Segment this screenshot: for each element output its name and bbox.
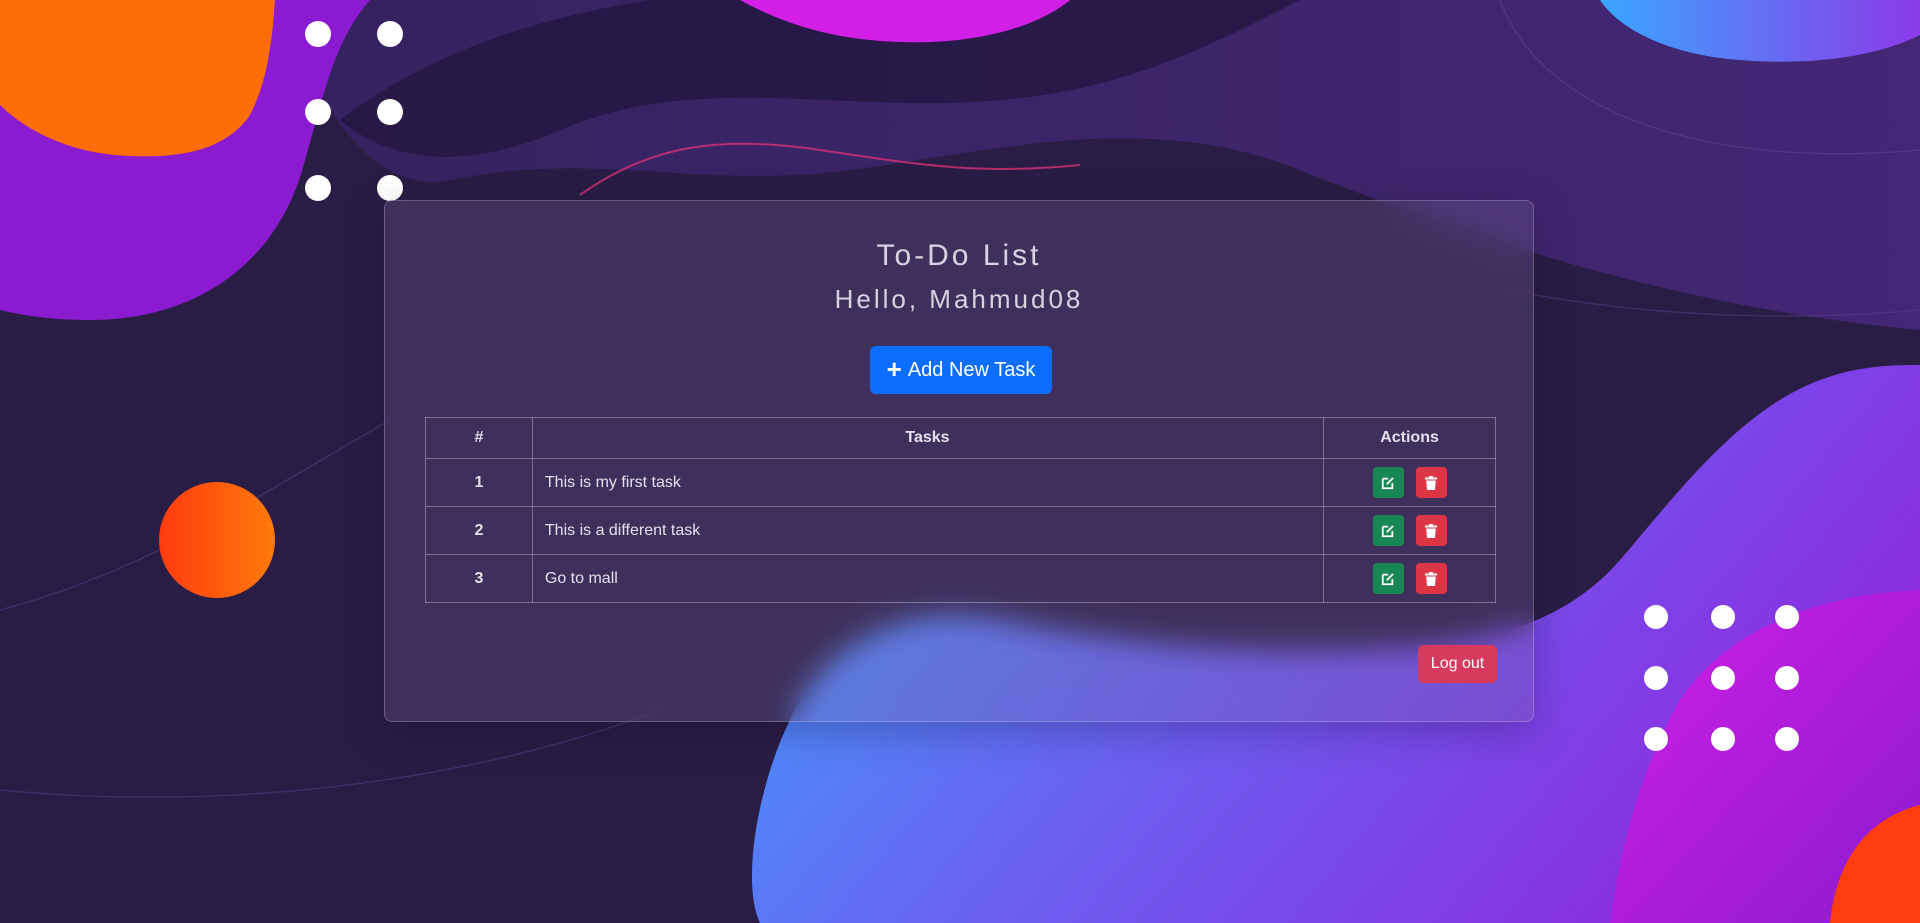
add-task-label: Add New Task: [907, 358, 1036, 381]
decor-dot: [1644, 727, 1668, 751]
trash-icon: [1425, 571, 1438, 586]
edit-task-button[interactable]: [1372, 467, 1404, 498]
task-text: This is my first task: [531, 458, 1325, 507]
decor-dot: [377, 99, 403, 125]
task-actions: [1323, 458, 1496, 507]
add-task-button[interactable]: + Add New Task: [870, 346, 1052, 394]
pen-square-icon: [1381, 572, 1394, 585]
column-header-number: #: [425, 417, 533, 459]
trash-icon: [1425, 523, 1438, 538]
decor-dot: [1711, 666, 1735, 690]
table-row: 3 Go to mall: [425, 554, 1496, 603]
delete-task-button[interactable]: [1415, 563, 1447, 594]
plus-icon: +: [886, 354, 902, 384]
decor-dot: [1644, 605, 1668, 629]
task-text: Go to mall: [531, 554, 1325, 603]
pen-square-icon: [1381, 524, 1394, 537]
user-greeting: Hello, Mahmud08: [834, 284, 1084, 314]
decor-dot: [377, 21, 403, 47]
edit-task-button[interactable]: [1372, 515, 1404, 546]
decor-dot: [1711, 605, 1735, 629]
task-table: # Tasks Actions 1 This is my first task: [425, 417, 1496, 603]
decor-dot: [305, 99, 331, 125]
table-row: 2 This is a different task: [425, 506, 1496, 555]
task-number: 3: [425, 554, 533, 603]
task-number: 1: [425, 458, 533, 507]
decor-orange-circle: [159, 482, 275, 598]
decor-dot: [1644, 666, 1668, 690]
todo-card: To-Do List Hello, Mahmud08 + Add New Tas…: [384, 200, 1534, 722]
column-header-actions: Actions: [1323, 417, 1496, 459]
delete-task-button[interactable]: [1415, 515, 1447, 546]
pen-square-icon: [1381, 476, 1394, 489]
decor-dot: [377, 175, 403, 201]
task-number: 2: [425, 506, 533, 555]
task-actions: [1323, 554, 1496, 603]
logout-button[interactable]: Log out: [1418, 645, 1497, 683]
trash-icon: [1425, 475, 1438, 490]
decor-dot: [1775, 605, 1799, 629]
decor-dot: [1775, 727, 1799, 751]
task-text: This is a different task: [531, 506, 1325, 555]
decor-dot: [1711, 727, 1735, 751]
decor-dot: [305, 21, 331, 47]
column-header-tasks: Tasks: [531, 417, 1325, 459]
decor-dot: [305, 175, 331, 201]
decor-dot: [1775, 666, 1799, 690]
task-actions: [1323, 506, 1496, 555]
delete-task-button[interactable]: [1415, 467, 1447, 498]
page-title: To-Do List: [876, 239, 1042, 272]
edit-task-button[interactable]: [1372, 563, 1404, 594]
table-header-row: # Tasks Actions: [425, 417, 1496, 459]
table-row: 1 This is my first task: [425, 458, 1496, 507]
